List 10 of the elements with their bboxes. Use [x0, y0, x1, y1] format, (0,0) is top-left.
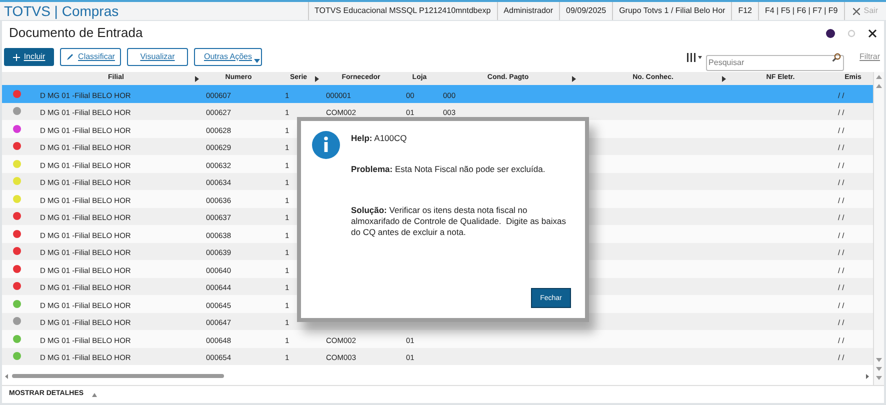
app-title: TOTVS | Compras [3, 4, 119, 18]
header-info: F4 | F5 | F6 | F7 | F9 [758, 2, 844, 20]
page-title: Documento de Entrada [9, 24, 143, 42]
header-info: TOTVS Educacional MSSQL P1212410mntdbexp [308, 2, 497, 20]
header-info: F12 [731, 2, 758, 20]
header-info: Grupo Totvs 1 / Filial Belo Hor [612, 2, 732, 20]
header-info: 09/09/2025 [559, 2, 612, 20]
solution-text: Solução: Verificar os itens desta nota fiscal no almoxarifado de Controle de Qualidade. Digite as baixas do CQ antes de excluir a nota. [351, 205, 567, 238]
problem-text: Problema: Esta Nota Fiscal não pode ser excluída. [351, 164, 546, 175]
header-info: Administrador [496, 2, 560, 20]
